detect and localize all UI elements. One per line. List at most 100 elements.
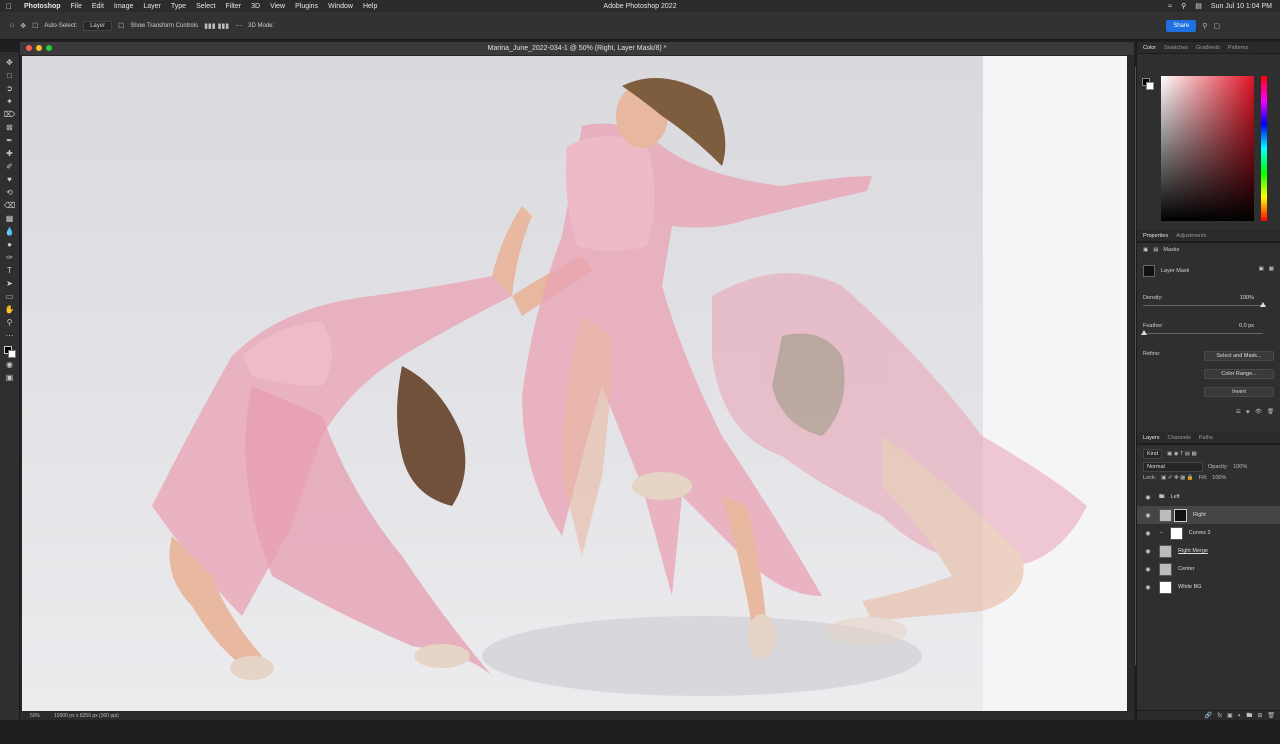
eye-icon[interactable]: ◉ [1143,566,1153,573]
transform-controls-label[interactable]: Show Transform Controls [130,23,198,29]
type-tool-icon[interactable]: T [3,264,17,277]
menu-3d[interactable]: 3D [251,3,260,10]
adjustment-icon[interactable]: ◐ [1238,713,1242,719]
pen-tool-icon[interactable]: ✑ [3,251,17,264]
tab-swatches[interactable]: Swatches [1164,45,1188,51]
apply-icon[interactable]: ◈ [1246,409,1250,415]
more-icon[interactable]: ⋯ [235,22,242,30]
menu-image[interactable]: Image [114,3,133,10]
control-center-icon[interactable]: ▤ [1195,2,1202,10]
eye-icon[interactable]: ◉ [1143,548,1153,555]
apply-mask-icon[interactable]: ▦ [1269,266,1274,272]
search-icon[interactable]: ⚲ [1181,2,1186,10]
layer-row-right[interactable]: ◉ Right [1137,506,1280,524]
kind-filter[interactable]: Kind [1143,449,1163,459]
tab-properties[interactable]: Properties [1143,233,1168,239]
color-swatches[interactable] [3,346,16,358]
crop-tool-icon[interactable]: ⌦ [3,108,17,121]
invert-button[interactable]: Invert [1204,387,1274,397]
menu-app[interactable]: Photoshop [24,3,61,10]
quick-mask-icon[interactable]: ◉ [3,358,17,371]
checkbox-icon[interactable]: ☐ [118,22,124,30]
menu-layer[interactable]: Layer [143,3,161,10]
new-group-icon[interactable]: 🖿 [1246,711,1252,721]
layer-mask-thumbnail[interactable] [1174,508,1187,522]
move-tool-icon[interactable]: ✥ [3,56,17,69]
hue-slider[interactable] [1261,76,1267,221]
document-dimensions[interactable]: 10000 px x 8256 px (300 ppi) [54,713,119,719]
tab-channels[interactable]: Channels [1168,435,1191,441]
fill-value[interactable]: 100% [1212,475,1226,481]
tab-gradients[interactable]: Gradients [1196,45,1220,51]
close-icon[interactable] [26,45,32,51]
screen-mode-icon[interactable]: ▣ [3,371,17,384]
load-selection-icon[interactable]: ☰ [1236,409,1241,415]
vertical-scrollbar[interactable] [1128,56,1139,711]
shape-tool-icon[interactable]: ▭ [3,290,17,303]
eye-icon[interactable]: ◉ [1143,530,1153,537]
fg-bg-swatches[interactable] [1142,78,1154,90]
fx-icon[interactable]: fx [1217,713,1222,719]
minimize-icon[interactable] [36,45,42,51]
eraser-tool-icon[interactable]: ⌫ [3,199,17,212]
link-icon[interactable]: 🔗 [1205,712,1212,719]
hand-tool-icon[interactable]: ✋ [3,303,17,316]
menu-help[interactable]: Help [363,3,377,10]
tab-adjustments[interactable]: Adjustments [1176,233,1206,239]
select-mask-icon[interactable]: ▣ [1259,266,1264,272]
clock[interactable]: Sun Jul 10 1:04 PM [1211,3,1272,10]
trash-icon[interactable]: 🗑 [1267,409,1274,415]
vector-mask-icon[interactable]: ▤ [1153,247,1158,253]
marquee-tool-icon[interactable]: □ [3,69,17,82]
lock-icons[interactable]: ▣ ✐ ✥ ▦ 🔒 [1161,475,1194,481]
auto-select-dropdown[interactable]: Layer [83,20,113,31]
tab-color[interactable]: Color [1143,45,1156,51]
pixel-mask-icon[interactable]: ▣ [1143,247,1148,253]
tab-paths[interactable]: Paths [1199,435,1213,441]
color-range-button[interactable]: Color Range... [1204,369,1274,379]
apple-icon[interactable]:  [6,2,16,11]
feather-slider[interactable] [1143,333,1263,334]
feather-value[interactable]: 0.0 px [1239,323,1254,329]
zoom-level[interactable]: 50% [30,713,40,719]
density-slider-thumb[interactable] [1260,302,1266,307]
layer-row-left[interactable]: ◉ 🖿 Left [1137,488,1280,506]
color-field[interactable] [1161,76,1254,221]
layer-row-center[interactable]: ◉ Center [1137,560,1280,578]
move-tool-icon[interactable]: ✥ [20,22,26,30]
menu-type[interactable]: Type [171,3,186,10]
opacity-value[interactable]: 100% [1233,464,1247,470]
blend-mode-select[interactable]: Normal [1143,462,1203,472]
density-slider[interactable] [1143,305,1263,306]
filter-icons[interactable]: ▣ ◉ T ▤ ▦ [1167,451,1197,457]
visibility-icon[interactable]: 👁 [1255,409,1262,415]
menu-window[interactable]: Window [328,3,353,10]
healing-tool-icon[interactable]: ✚ [3,147,17,160]
dodge-tool-icon[interactable]: ● [3,238,17,251]
tab-patterns[interactable]: Patterns [1228,45,1248,51]
trash-icon[interactable]: 🗑 [1267,712,1275,719]
image-canvas[interactable] [22,56,1127,711]
workspace-icon[interactable]: ▢ [1213,22,1220,30]
eye-icon[interactable]: ◉ [1143,512,1153,519]
eye-icon[interactable]: ◉ [1143,494,1153,501]
menu-file[interactable]: File [71,3,82,10]
new-layer-icon[interactable]: ⊞ [1257,712,1262,719]
path-select-icon[interactable]: ➤ [3,277,17,290]
tab-layers[interactable]: Layers [1143,435,1160,441]
menu-filter[interactable]: Filter [226,3,242,10]
menu-view[interactable]: View [270,3,285,10]
layer-row-right-merge[interactable]: ◉ Right Merge [1137,542,1280,560]
search-icon[interactable]: ⚲ [1202,22,1207,30]
menu-edit[interactable]: Edit [92,3,104,10]
select-and-mask-button[interactable]: Select and Mask... [1204,351,1274,361]
align-icons[interactable]: ▮▮▮ ▮▮▮ [204,22,229,30]
history-brush-icon[interactable]: ⟲ [3,186,17,199]
wifi-icon[interactable]: ≈ [1168,3,1172,10]
home-icon[interactable]: ⌂ [10,22,14,29]
document-tab[interactable]: Marina_June_2022-034-1 @ 50% (Right, Lay… [20,42,1134,55]
checkbox-icon[interactable]: ☐ [32,22,38,30]
gradient-tool-icon[interactable]: ▦ [3,212,17,225]
menu-select[interactable]: Select [196,3,215,10]
layer-row-curves[interactable]: ◉ ∽ Curves 2 [1137,524,1280,542]
